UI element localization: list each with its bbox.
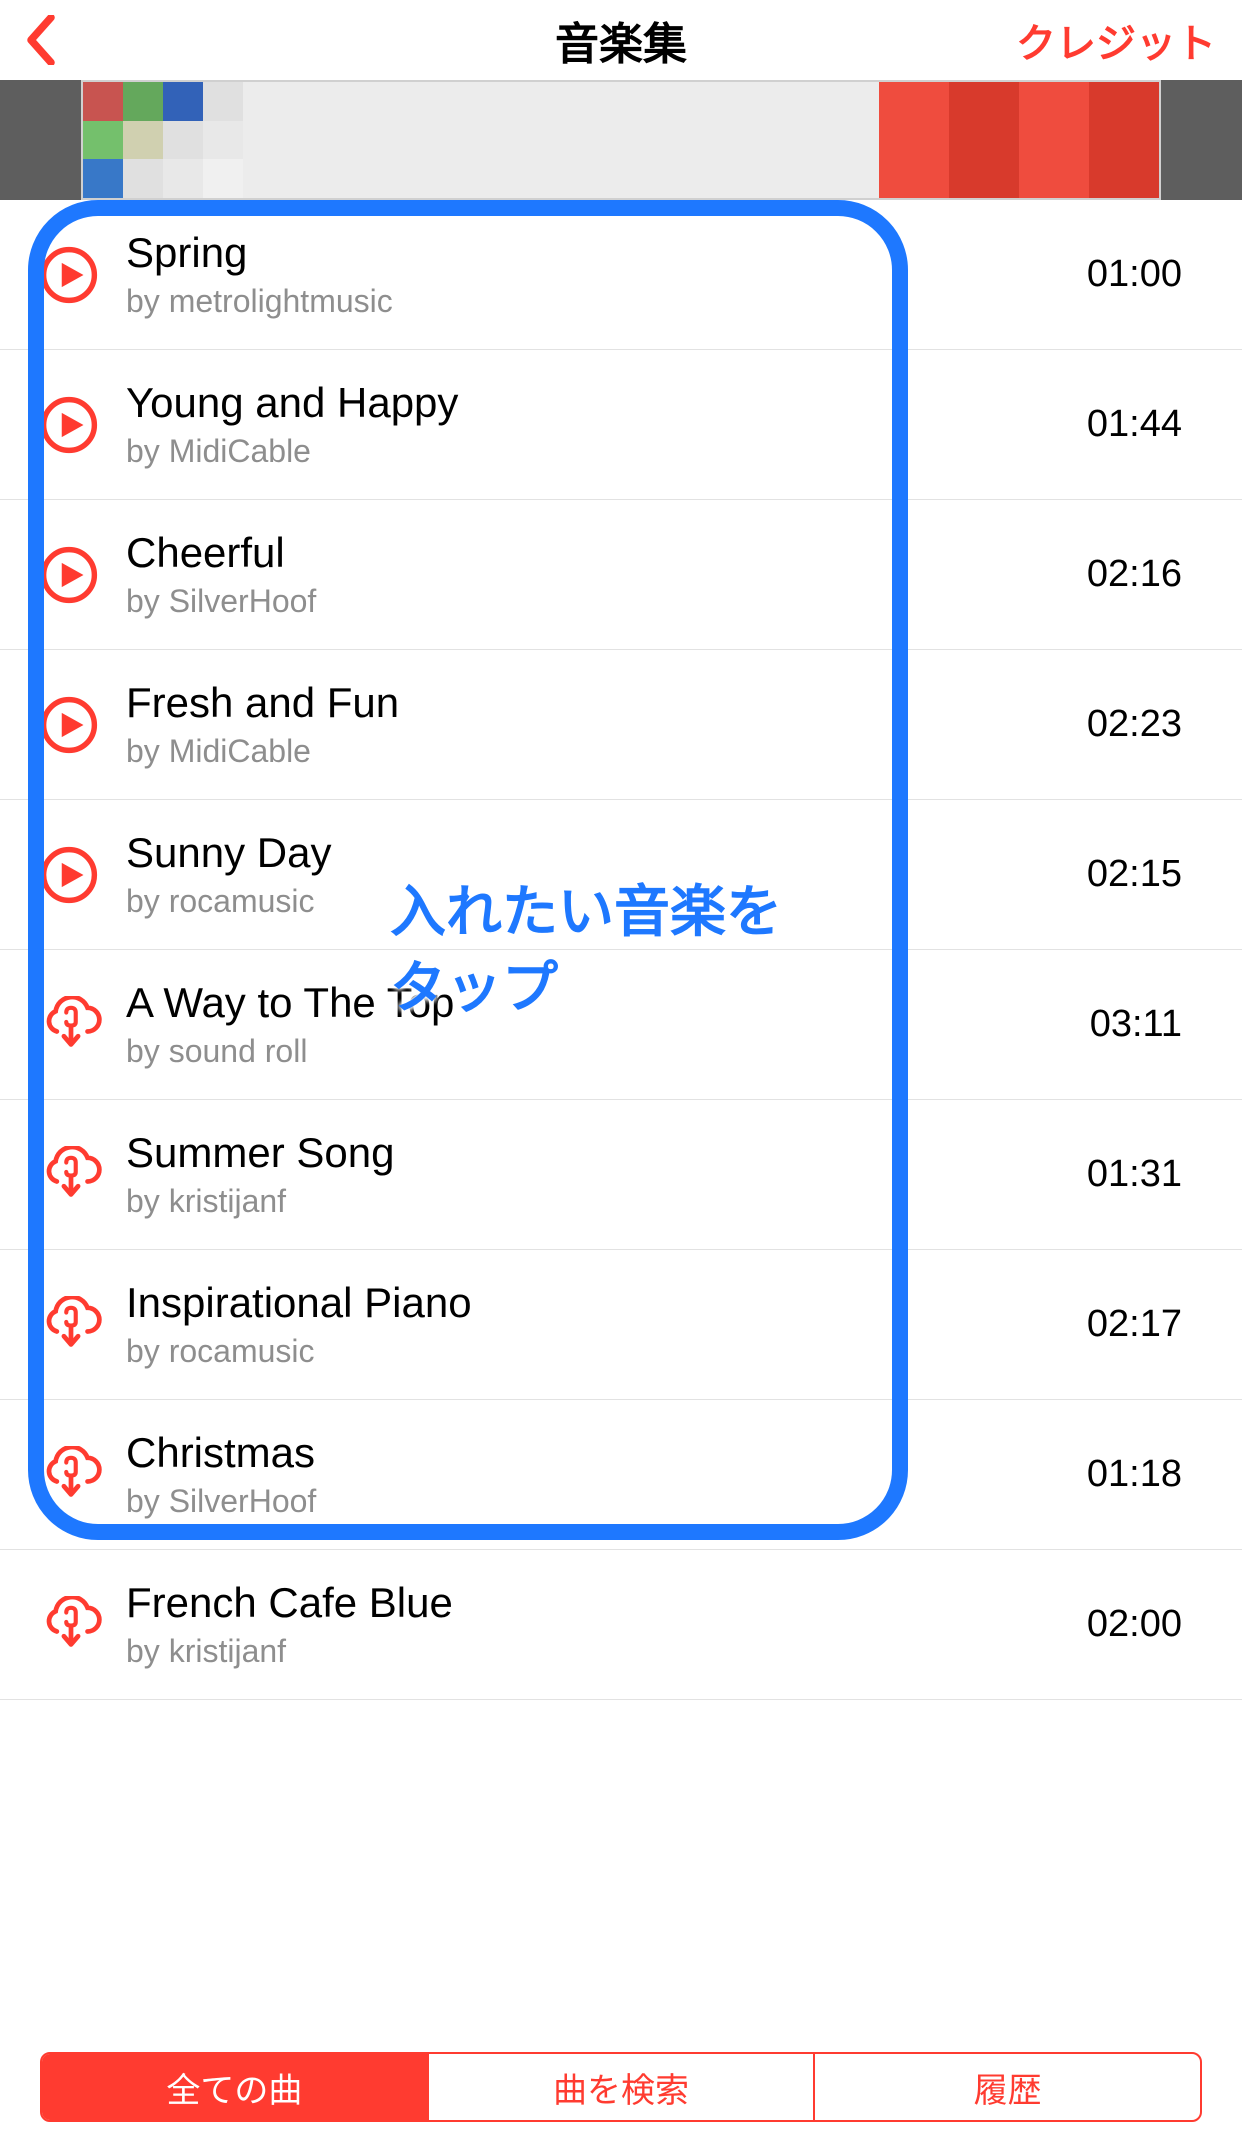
cloud-download-icon: [40, 1296, 102, 1348]
track-action-icon[interactable]: [40, 246, 98, 304]
play-icon: [40, 696, 98, 754]
track-row[interactable]: Young and Happy by MidiCable01:44: [0, 350, 1242, 500]
track-title: Summer Song: [126, 1129, 1087, 1177]
track-duration: 02:00: [1087, 1603, 1202, 1646]
cloud-download-icon: [40, 1146, 102, 1198]
track-row[interactable]: Cheerful by SilverHoof02:16: [0, 500, 1242, 650]
track-meta: Inspirational Piano by rocamusic: [126, 1279, 1087, 1370]
track-action-icon[interactable]: [40, 996, 98, 1054]
track-title: Spring: [126, 229, 1087, 277]
track-duration: 03:11: [1090, 1003, 1202, 1046]
track-artist: by rocamusic: [126, 1333, 1087, 1370]
track-title: Fresh and Fun: [126, 679, 1087, 727]
track-title: Cheerful: [126, 529, 1087, 577]
track-meta: French Cafe Blue by kristijanf: [126, 1579, 1087, 1670]
navigation-bar: 音楽集 クレジット: [0, 0, 1242, 80]
track-duration: 01:31: [1087, 1153, 1202, 1196]
track-meta: A Way to The Top by sound roll: [126, 979, 1090, 1070]
track-list: Spring by metrolightmusic01:00 Young and H…: [0, 200, 1242, 1700]
page-title: 音楽集: [555, 8, 687, 72]
track-row[interactable]: Inspirational Piano by rocamusic02:17: [0, 1250, 1242, 1400]
track-title: Young and Happy: [126, 379, 1087, 427]
track-row[interactable]: Summer Song by kristijanf01:31: [0, 1100, 1242, 1250]
track-meta: Summer Song by kristijanf: [126, 1129, 1087, 1220]
track-action-icon[interactable]: [40, 396, 98, 454]
back-button[interactable]: [26, 10, 86, 70]
play-icon: [40, 246, 98, 304]
track-row[interactable]: Christmas by SilverHoof01:18: [0, 1400, 1242, 1550]
track-duration: 01:18: [1087, 1453, 1202, 1496]
track-artist: by SilverHoof: [126, 1483, 1087, 1520]
play-icon: [40, 546, 98, 604]
segment-history[interactable]: 履歴: [815, 2054, 1200, 2120]
track-action-icon[interactable]: [40, 1296, 98, 1354]
track-artist: by metrolightmusic: [126, 283, 1087, 320]
track-meta: Spring by metrolightmusic: [126, 229, 1087, 320]
track-row[interactable]: A Way to The Top by sound roll03:11: [0, 950, 1242, 1100]
track-artist: by sound roll: [126, 1033, 1090, 1070]
track-action-icon[interactable]: [40, 1446, 98, 1504]
track-artist: by MidiCable: [126, 733, 1087, 770]
cloud-download-icon: [40, 1596, 102, 1648]
ad-banner[interactable]: [0, 80, 1242, 200]
track-action-icon[interactable]: [40, 846, 98, 904]
track-action-icon[interactable]: [40, 1146, 98, 1204]
track-artist: by rocamusic: [126, 883, 1087, 920]
track-duration: 02:15: [1087, 853, 1202, 896]
track-title: French Cafe Blue: [126, 1579, 1087, 1627]
track-row[interactable]: Spring by metrolightmusic01:00: [0, 200, 1242, 350]
track-title: Inspirational Piano: [126, 1279, 1087, 1327]
track-artist: by kristijanf: [126, 1183, 1087, 1220]
segmented-control: 全ての曲 曲を検索 履歴: [40, 2052, 1202, 2122]
track-title: Christmas: [126, 1429, 1087, 1477]
track-title: Sunny Day: [126, 829, 1087, 877]
credit-button[interactable]: クレジット: [1016, 11, 1216, 69]
track-row[interactable]: Sunny Day by rocamusic02:15: [0, 800, 1242, 950]
track-duration: 01:44: [1087, 403, 1202, 446]
track-meta: Christmas by SilverHoof: [126, 1429, 1087, 1520]
track-title: A Way to The Top: [126, 979, 1090, 1027]
play-icon: [40, 846, 98, 904]
track-action-icon[interactable]: [40, 1596, 98, 1654]
cloud-download-icon: [40, 996, 102, 1048]
track-duration: 02:16: [1087, 553, 1202, 596]
chevron-left-icon: [26, 15, 56, 65]
track-meta: Fresh and Fun by MidiCable: [126, 679, 1087, 770]
track-meta: Cheerful by SilverHoof: [126, 529, 1087, 620]
track-action-icon[interactable]: [40, 546, 98, 604]
track-artist: by kristijanf: [126, 1633, 1087, 1670]
cloud-download-icon: [40, 1446, 102, 1498]
track-artist: by SilverHoof: [126, 583, 1087, 620]
segment-all-songs[interactable]: 全ての曲: [42, 2054, 429, 2120]
track-artist: by MidiCable: [126, 433, 1087, 470]
track-duration: 02:23: [1087, 703, 1202, 746]
track-meta: Young and Happy by MidiCable: [126, 379, 1087, 470]
track-duration: 01:00: [1087, 253, 1202, 296]
ad-content: [81, 80, 1161, 200]
track-action-icon[interactable]: [40, 696, 98, 754]
track-duration: 02:17: [1087, 1303, 1202, 1346]
track-row[interactable]: Fresh and Fun by MidiCable02:23: [0, 650, 1242, 800]
track-meta: Sunny Day by rocamusic: [126, 829, 1087, 920]
track-row[interactable]: French Cafe Blue by kristijanf02:00: [0, 1550, 1242, 1700]
segment-search-songs[interactable]: 曲を検索: [429, 2054, 816, 2120]
play-icon: [40, 396, 98, 454]
